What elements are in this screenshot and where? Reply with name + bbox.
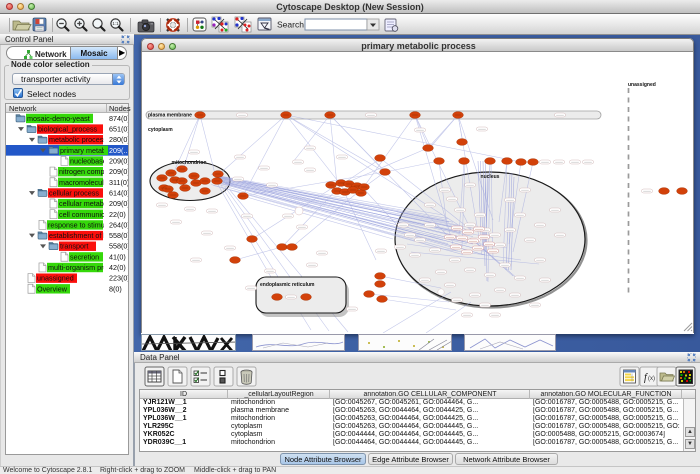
svg-text:unassigned: unassigned <box>628 82 656 88</box>
svg-text:209(...: 209(... <box>109 146 128 155</box>
svg-text:8(0): 8(0) <box>109 284 122 293</box>
svg-text:macromolecule: macromolecule <box>59 178 108 187</box>
svg-text:metabolic process: metabolic process <box>49 135 107 144</box>
svg-text:biological_process: biological_process <box>38 125 98 134</box>
svg-text:nitrogen compo: nitrogen compo <box>59 167 109 176</box>
svg-text:transport: transport <box>60 242 88 251</box>
svg-text:establishment of lo: establishment of lo <box>49 231 109 240</box>
svg-text:secretion: secretion <box>70 252 99 261</box>
svg-text:cell communicat: cell communicat <box>59 210 111 219</box>
svg-text:cytoplasm: cytoplasm <box>148 127 173 133</box>
svg-text:223(0): 223(0) <box>109 274 128 283</box>
svg-text:mitochondrion: mitochondrion <box>172 160 207 166</box>
svg-text:primary metabo: primary metabo <box>60 146 110 155</box>
svg-text:874(0): 874(0) <box>109 114 128 123</box>
svg-text:cellular process: cellular process <box>49 188 99 197</box>
svg-text:558(0): 558(0) <box>109 231 128 240</box>
svg-text:22(0): 22(0) <box>109 210 126 219</box>
svg-text:unassigned: unassigned <box>37 274 74 283</box>
svg-text:311(0): 311(0) <box>109 178 128 187</box>
svg-text:multi-organism pro: multi-organism pro <box>48 263 108 272</box>
svg-text:558(0): 558(0) <box>109 242 128 251</box>
svg-text:41(0): 41(0) <box>109 252 126 261</box>
svg-text:209(0): 209(0) <box>109 167 128 176</box>
svg-text:614(0): 614(0) <box>109 188 128 197</box>
svg-text:plasma membrane: plasma membrane <box>148 113 192 119</box>
svg-text:nucleus: nucleus <box>481 174 500 180</box>
svg-text:Search:: Search: <box>277 20 306 30</box>
svg-text:42(0): 42(0) <box>109 263 126 272</box>
svg-text:209(0): 209(0) <box>109 199 128 208</box>
svg-text:cellular metabo: cellular metabo <box>59 199 108 208</box>
svg-text:1:1: 1:1 <box>112 21 119 26</box>
svg-text:280(0): 280(0) <box>109 135 128 144</box>
svg-text:response to stimul: response to stimul <box>48 220 107 229</box>
svg-text:651(0): 651(0) <box>109 125 128 134</box>
svg-text:mosaic-demo-yeast: mosaic-demo-yeast <box>27 114 90 123</box>
svg-text:nucleobase-: nucleobase- <box>70 157 110 166</box>
svg-text:endoplasmic reticulum: endoplasmic reticulum <box>260 282 315 288</box>
svg-text:(x): (x) <box>648 376 655 382</box>
svg-text:Overview: Overview <box>37 284 68 293</box>
svg-text:264(0): 264(0) <box>109 220 128 229</box>
svg-text:209(0): 209(0) <box>109 157 128 166</box>
